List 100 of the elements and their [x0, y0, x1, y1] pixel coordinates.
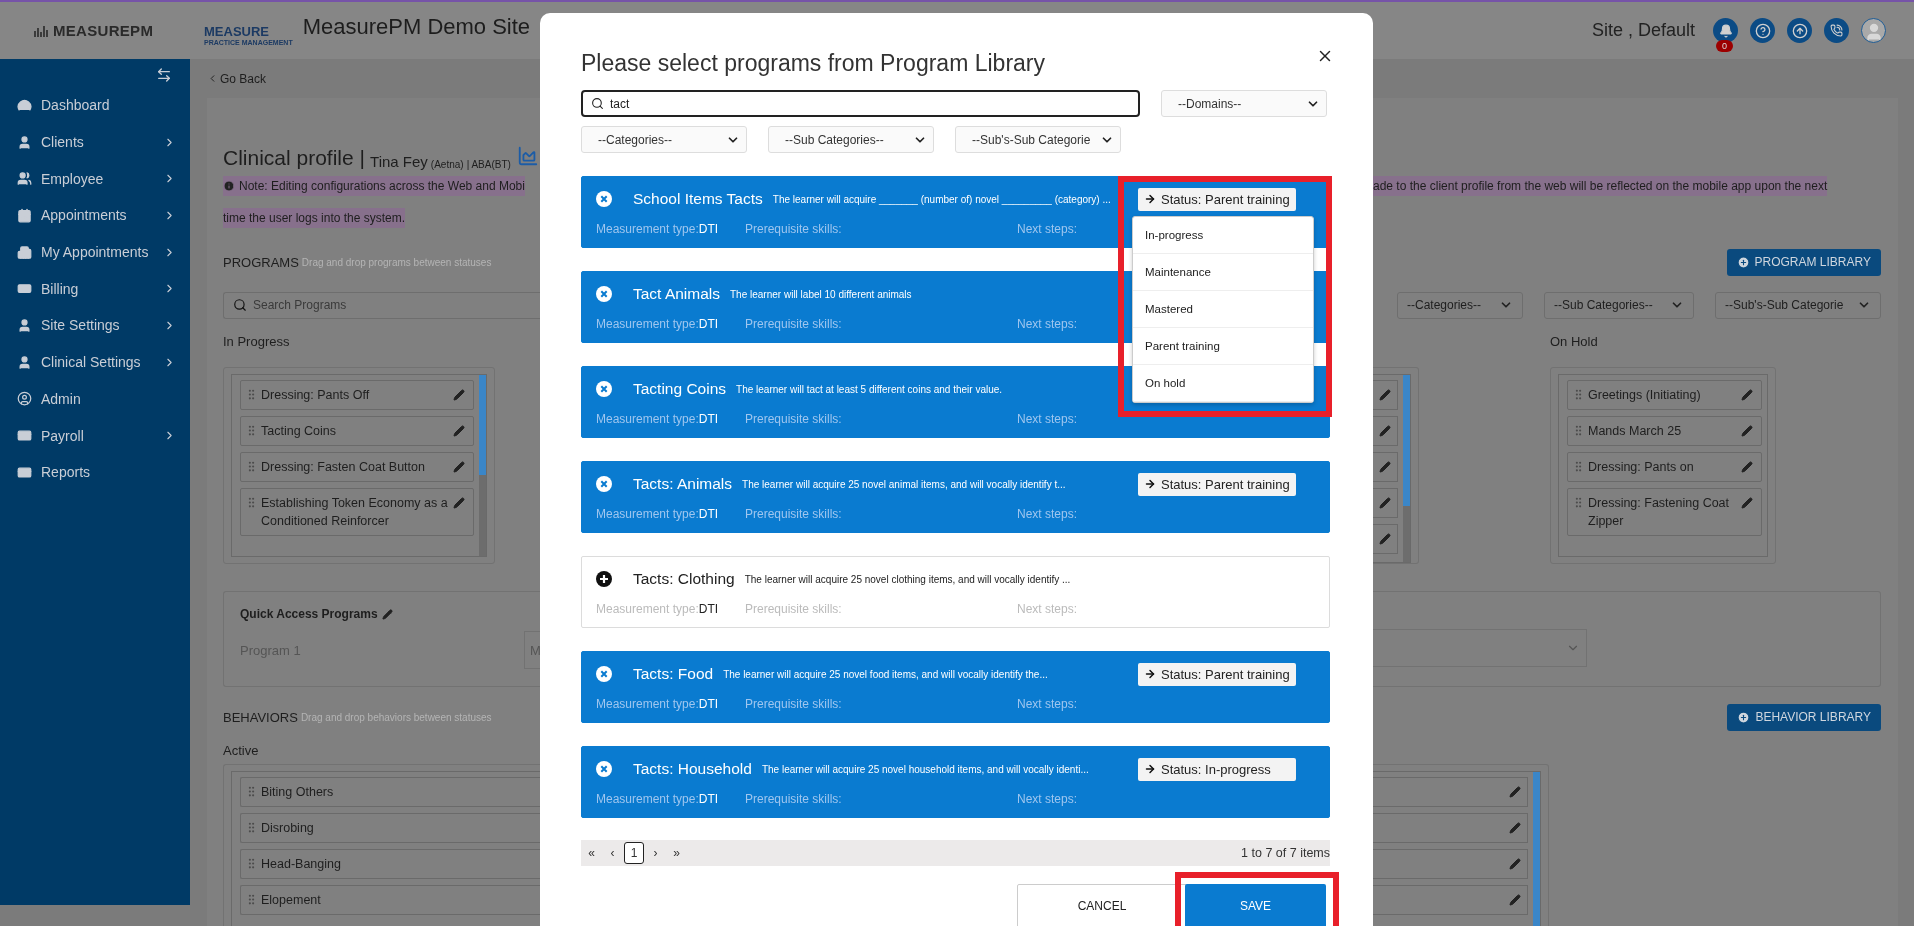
cancel-button[interactable]: CANCEL [1017, 884, 1187, 926]
edit-icon[interactable] [1379, 461, 1391, 473]
prerequisite-label: Prerequisite skills: [745, 792, 843, 806]
page-button[interactable]: 1 [624, 842, 644, 864]
program-item[interactable] [1373, 488, 1398, 518]
edit-icon[interactable] [1379, 533, 1391, 545]
payer-label: (Aetna) [430, 159, 464, 170]
behavior-library-button[interactable]: BEHAVIOR LIBRARY [1727, 703, 1881, 731]
filter-select[interactable]: --Sub's-Sub Categorie [955, 126, 1121, 153]
program-item[interactable]: Dressing: Pants on [1567, 452, 1762, 482]
program-item[interactable]: Dressing: Fastening Coat Zipper [1567, 488, 1762, 536]
program-item[interactable]: Greetings (Initiating) [1567, 380, 1762, 410]
edit-icon[interactable] [1509, 822, 1521, 834]
status-button[interactable]: Status: Parent training [1138, 472, 1296, 496]
program-card[interactable]: Tacts: Household The learner will acquire 25 novel household items, and will vocally identi... Status: In-progress Measurement type:DTI Prerequisite skills: Next steps: [581, 746, 1330, 818]
filter-select[interactable]: --Categories-- [581, 126, 747, 153]
program-item[interactable] [1373, 380, 1398, 410]
sidebar-item[interactable]: Clients [0, 123, 190, 161]
remove-icon[interactable] [596, 666, 612, 682]
edit-icon[interactable] [453, 425, 465, 437]
program-card[interactable]: Tacts: Clothing The learner will acquire 25 novel clothing items, and will vocally identify ... Measurement type:DTI Prerequisite skills: Next steps: [581, 556, 1330, 628]
remove-icon[interactable] [596, 476, 612, 492]
sidebar-item[interactable]: Admin [0, 380, 190, 418]
previous-page-button[interactable]: ‹ [603, 840, 622, 866]
edit-icon[interactable] [381, 608, 393, 620]
measurement-type: Measurement type:DTI [596, 507, 720, 521]
program-item[interactable]: Mands March 25 [1567, 416, 1762, 446]
edit-icon[interactable] [1741, 497, 1753, 509]
program-item[interactable] [1373, 452, 1398, 482]
filter-select[interactable]: --Sub Categories-- [1544, 291, 1694, 319]
program-card[interactable]: Tacts: Food The learner will acquire 25 novel food items, and will vocally identify the... Status: Parent training Measurement type:DTI Prerequisite skills: Next steps: [581, 651, 1330, 723]
status-option[interactable]: On hold [1133, 365, 1313, 402]
program-description: The learner will acquire 25 novel food items, and will vocally identify the... [723, 668, 1048, 680]
prerequisite-label: Prerequisite skills: [745, 602, 843, 616]
add-icon[interactable] [596, 571, 612, 587]
last-page-button[interactable]: » [667, 840, 686, 866]
edit-icon[interactable] [453, 389, 465, 401]
filter-select[interactable]: --Sub Categories-- [768, 126, 934, 153]
back-link[interactable]: Go Back [207, 71, 267, 86]
sidebar-item[interactable]: Reports [0, 453, 190, 491]
save-button[interactable]: SAVE [1185, 884, 1326, 926]
next-page-button[interactable]: › [646, 840, 665, 866]
sidebar-item[interactable]: Appointments [0, 197, 190, 234]
remove-icon[interactable] [596, 286, 612, 302]
status-option[interactable]: In-progress [1133, 217, 1313, 254]
search-field[interactable]: tact [581, 90, 1140, 117]
upload-button[interactable] [1787, 18, 1812, 43]
edit-icon[interactable] [1379, 497, 1391, 509]
status-button[interactable]: Status: In-progress [1138, 757, 1296, 781]
credit-card-icon [17, 464, 32, 480]
program-item[interactable]: Tacting Coins [240, 416, 474, 446]
domains-select[interactable]: --Domains-- [1161, 90, 1327, 117]
sidebar-item[interactable]: Dashboard [0, 87, 190, 124]
program-item[interactable]: Dressing: Fasten Coat Button [240, 452, 474, 482]
program-item[interactable]: Dressing: Pants Off [240, 380, 474, 410]
help-icon [1754, 22, 1771, 39]
remove-icon[interactable] [596, 191, 612, 207]
avatar-button[interactable] [1861, 18, 1886, 43]
sidebar-item[interactable]: Payroll [0, 417, 190, 454]
program-name: Tacts: Household [633, 760, 752, 778]
sidebar-item[interactable]: Clinical Settings [0, 343, 190, 381]
edit-icon[interactable] [1379, 389, 1391, 401]
edit-icon[interactable] [1741, 425, 1753, 437]
notification-badge: 0 [1716, 40, 1733, 52]
filter-select[interactable]: --Sub's-Sub Categorie [1715, 291, 1881, 319]
sidebar-item[interactable]: My Appointments [0, 233, 190, 271]
status-option[interactable]: Maintenance [1133, 254, 1313, 291]
sidebar-item[interactable]: Site Settings [0, 307, 190, 344]
sidebar-item[interactable]: Employee [0, 160, 190, 198]
edit-icon[interactable] [1741, 389, 1753, 401]
program-item[interactable] [1373, 524, 1398, 554]
filter-select[interactable]: --Categories-- [1397, 291, 1523, 319]
search-icon [233, 298, 247, 312]
program-card[interactable]: Tacts: Animals The learner will acquire 25 novel animal items, and will vocally identify t... Status: Parent training Measurement type:DTI Prerequisite skills: Next steps: [581, 461, 1330, 533]
help-button[interactable] [1750, 18, 1775, 43]
program-library-button[interactable]: PROGRAM LIBRARY [1726, 248, 1881, 276]
first-page-button[interactable]: « [582, 840, 601, 866]
column-title: Active [223, 742, 259, 758]
measurement-type: Measurement type:DTI [596, 602, 720, 616]
sidebar-item[interactable]: Billing [0, 270, 190, 308]
edit-icon[interactable] [1509, 858, 1521, 870]
edit-icon[interactable] [453, 497, 465, 509]
edit-icon[interactable] [1379, 425, 1391, 437]
edit-icon[interactable] [1509, 894, 1521, 906]
program-name: Tacts: Clothing [633, 570, 735, 588]
logo-text: MEASUREPM [53, 22, 154, 39]
status-option[interactable]: Mastered [1133, 291, 1313, 328]
notifications-button[interactable] [1713, 18, 1738, 43]
edit-icon[interactable] [1509, 786, 1521, 798]
remove-icon[interactable] [596, 761, 612, 777]
sidebar-toggle-icon[interactable] [156, 67, 172, 83]
status-button[interactable]: Status: Parent training [1138, 662, 1296, 686]
edit-icon[interactable] [453, 461, 465, 473]
program-item[interactable] [1373, 416, 1398, 446]
edit-icon[interactable] [1741, 461, 1753, 473]
status-option[interactable]: Parent training [1133, 328, 1313, 365]
status-button[interactable]: Status: Parent training [1138, 187, 1296, 211]
remove-icon[interactable] [596, 381, 612, 397]
program-item[interactable]: Establishing Token Economy as a Conditioned Reinforcer [240, 488, 474, 536]
phone-button[interactable] [1824, 18, 1849, 43]
